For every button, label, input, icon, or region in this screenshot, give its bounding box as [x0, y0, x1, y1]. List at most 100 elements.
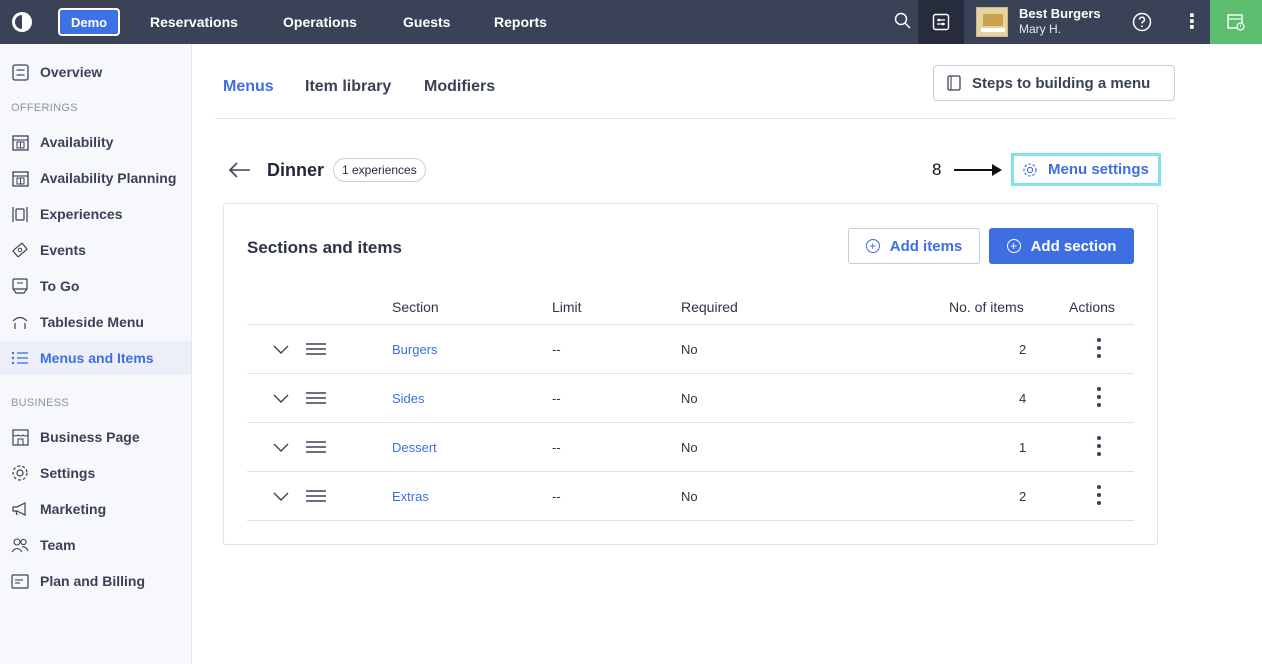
- settings-panel-button[interactable]: [918, 0, 964, 44]
- sections-title: Sections and items: [247, 238, 402, 257]
- offerings-heading: OFFERINGS: [11, 102, 78, 114]
- back-arrow-icon[interactable]: [228, 160, 252, 185]
- sidebar-item-availability[interactable]: Availability: [0, 125, 191, 159]
- people-icon: [10, 535, 30, 555]
- nav-guests[interactable]: Guests: [403, 14, 450, 30]
- calendar-clock-icon[interactable]: [1210, 0, 1262, 44]
- chevron-down-icon[interactable]: [272, 440, 290, 458]
- nav-reports[interactable]: Reports: [494, 14, 547, 30]
- sidebar-item-overview[interactable]: Overview: [0, 55, 191, 89]
- utensils-plate-icon: [10, 204, 30, 224]
- sidebar-item-label: Availability: [40, 134, 114, 150]
- sidebar-item-experiences[interactable]: Experiences: [0, 197, 191, 231]
- nav-operations[interactable]: Operations: [283, 14, 357, 30]
- steps-button-label: Steps to building a menu: [972, 74, 1151, 92]
- row-actions-icon[interactable]: [1094, 336, 1104, 360]
- more-menu-icon[interactable]: ⋮: [1182, 10, 1202, 34]
- steps-to-building-menu-button[interactable]: Steps to building a menu: [933, 65, 1175, 101]
- row-divider: [247, 373, 1134, 374]
- add-items-label: Add items: [889, 237, 963, 255]
- sliders-icon: [932, 13, 950, 31]
- plus-circle-icon: +: [865, 239, 880, 253]
- calendar-grid-icon: [10, 168, 30, 188]
- sidebar-item-label: Team: [40, 537, 76, 553]
- section-link[interactable]: Extras: [392, 489, 429, 504]
- drag-handle-icon[interactable]: [305, 391, 327, 409]
- sidebar-item-availability-planning[interactable]: Availability Planning: [0, 161, 191, 195]
- list-icon: [10, 348, 30, 368]
- section-link[interactable]: Dessert: [392, 440, 437, 455]
- annotation-arrow-icon: [952, 163, 1004, 182]
- required-value: No: [681, 391, 698, 406]
- sidebar-item-label: Tableside Menu: [40, 314, 144, 330]
- column-header-section: Section: [392, 299, 439, 315]
- add-items-button[interactable]: + Add items: [848, 228, 980, 264]
- row-actions-icon[interactable]: [1094, 434, 1104, 458]
- tab-item-library[interactable]: Item library: [305, 78, 391, 96]
- sidebar-item-team[interactable]: Team: [0, 528, 191, 562]
- sidebar-item-label: Settings: [40, 465, 96, 481]
- sidebar-item-tableside-menu[interactable]: Tableside Menu: [0, 305, 191, 339]
- sidebar-item-label: Business Page: [40, 429, 140, 445]
- limit-value: --: [552, 489, 561, 504]
- user-name[interactable]: Mary H.: [1019, 22, 1061, 36]
- items-count: 4: [1019, 391, 1027, 406]
- tab-modifiers[interactable]: Modifiers: [424, 78, 495, 96]
- limit-value: --: [552, 391, 561, 406]
- chevron-down-icon[interactable]: [272, 342, 290, 360]
- business-name[interactable]: Best Burgers: [1019, 6, 1101, 21]
- sidebar-item-label: Availability Planning: [40, 170, 177, 186]
- add-section-button[interactable]: + Add section: [989, 228, 1134, 264]
- sidebar-item-settings[interactable]: Settings: [0, 456, 191, 490]
- items-count: 2: [1019, 342, 1027, 357]
- sidebar-item-business-page[interactable]: Business Page: [0, 420, 191, 454]
- tab-menus[interactable]: Menus: [223, 78, 274, 96]
- sidebar-item-to-go[interactable]: To Go: [0, 269, 191, 303]
- business-thumbnail[interactable]: [976, 7, 1008, 37]
- row-divider: [247, 520, 1134, 521]
- plus-circle-icon: +: [1006, 239, 1021, 253]
- limit-value: --: [552, 440, 561, 455]
- experiences-badge: 1 experiences: [333, 158, 426, 182]
- required-value: No: [681, 489, 698, 504]
- nav-reservations[interactable]: Reservations: [150, 14, 238, 30]
- row-actions-icon[interactable]: [1094, 483, 1104, 507]
- sidebar-item-label: To Go: [40, 278, 80, 294]
- column-header-required: Required: [681, 299, 738, 315]
- business-heading: BUSINESS: [11, 397, 70, 409]
- search-icon[interactable]: [893, 11, 913, 36]
- app-logo-icon[interactable]: [0, 0, 44, 44]
- sidebar-item-menus-and-items[interactable]: Menus and Items: [0, 341, 191, 375]
- section-link[interactable]: Burgers: [392, 342, 438, 357]
- chevron-down-icon[interactable]: [272, 489, 290, 507]
- sidebar-item-label: Experiences: [40, 206, 123, 222]
- column-header-actions: Actions: [1069, 299, 1115, 315]
- sidebar-item-marketing[interactable]: Marketing: [0, 492, 191, 526]
- menu-settings-button[interactable]: Menu settings: [1011, 153, 1161, 186]
- sidebar-item-label: Plan and Billing: [40, 573, 146, 589]
- sidebar-item-plan-and-billing[interactable]: Plan and Billing: [0, 564, 191, 598]
- table-header-divider: [247, 324, 1134, 325]
- megaphone-icon: [10, 499, 30, 519]
- sidebar-item-events[interactable]: Events: [0, 233, 191, 267]
- sliders-icon: [10, 62, 30, 82]
- top-navigation-bar: Demo Reservations Operations Guests Repo…: [0, 0, 1262, 44]
- takeout-bag-icon: [10, 276, 30, 296]
- row-actions-icon[interactable]: [1094, 385, 1104, 409]
- items-count: 1: [1019, 440, 1027, 455]
- drag-handle-icon[interactable]: [305, 342, 327, 360]
- section-link[interactable]: Sides: [392, 391, 425, 406]
- chevron-down-icon[interactable]: [272, 391, 290, 409]
- limit-value: --: [552, 342, 561, 357]
- sidebar-item-label: Events: [40, 242, 86, 258]
- demo-button[interactable]: Demo: [58, 8, 121, 36]
- help-icon[interactable]: [1131, 11, 1153, 38]
- drag-handle-icon[interactable]: [305, 440, 327, 458]
- row-divider: [247, 422, 1134, 423]
- annotation-number: 8: [932, 160, 942, 179]
- drag-handle-icon[interactable]: [305, 489, 327, 507]
- sidebar-item-label: Marketing: [40, 501, 107, 517]
- required-value: No: [681, 342, 698, 357]
- column-header-limit: Limit: [552, 299, 582, 315]
- gear-icon: [10, 463, 30, 483]
